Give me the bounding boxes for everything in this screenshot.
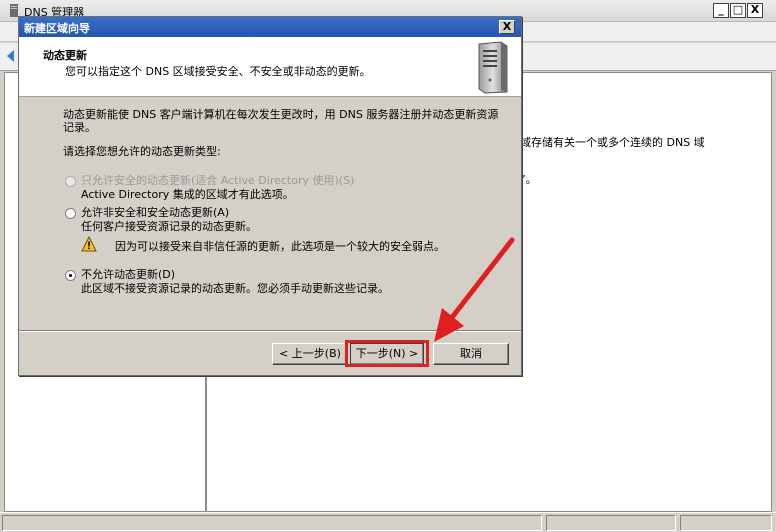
back-arrow-icon[interactable] <box>4 49 18 63</box>
prompt-text: 请选择您想允许的动态更新类型: <box>63 145 221 158</box>
annotation-highlight-box <box>345 340 429 367</box>
minimize-button[interactable]: _ <box>713 3 729 18</box>
option-label[interactable]: 不允许动态更新(D) <box>81 268 175 282</box>
wizard-page-title: 动态更新 <box>43 49 87 62</box>
dialog-close-button[interactable]: X <box>499 20 515 34</box>
warning-text: 因为可以接受来自非信任源的更新，此选项是一个较大的安全弱点。 <box>115 240 445 253</box>
annotation-arrow-icon <box>434 237 515 342</box>
details-text-line: ”。 <box>520 173 537 186</box>
maximize-button[interactable]: □ <box>730 3 746 18</box>
status-cell <box>2 515 542 531</box>
window-close-button[interactable]: X <box>747 3 763 18</box>
wizard-header: 动态更新 您可以指定这个 DNS 区域接受安全、不安全或非动态的更新。 <box>19 37 521 97</box>
radio-secure-only <box>65 176 76 187</box>
option-description: Active Directory 集成的区域才有此选项。 <box>81 188 294 201</box>
radio-nonsecure-and-secure[interactable] <box>65 208 76 219</box>
details-text-line: 域存储有关一个或多个连续的 DNS 域 <box>520 136 705 149</box>
intro-text: 动态更新能使 DNS 客户端计算机在每次发生更改时，用 DNS 服务器注册并动态… <box>63 108 499 134</box>
warning-icon <box>81 236 97 252</box>
status-bar <box>0 512 776 532</box>
status-cell <box>546 515 676 531</box>
option-label[interactable]: 允许非安全和安全动态更新(A) <box>81 206 229 220</box>
option-description: 此区域不接受资源记录的动态更新。您必须手动更新这些记录。 <box>81 282 389 295</box>
server-icon <box>478 41 508 94</box>
status-cell <box>680 515 772 531</box>
option-label: 只允许安全的动态更新(适合 Active Directory 使用)(S) <box>81 174 355 187</box>
wizard-page-subtitle: 您可以指定这个 DNS 区域接受安全、不安全或非动态的更新。 <box>65 65 371 78</box>
option-description: 任何客户接受资源记录的动态更新。 <box>81 220 257 233</box>
dialog-title: 新建区域向导 <box>24 22 90 35</box>
back-button[interactable]: < 上一步(B) <box>272 343 348 365</box>
dialog-titlebar[interactable]: 新建区域向导 X <box>19 17 521 37</box>
radio-no-dynamic-updates[interactable] <box>65 270 76 281</box>
